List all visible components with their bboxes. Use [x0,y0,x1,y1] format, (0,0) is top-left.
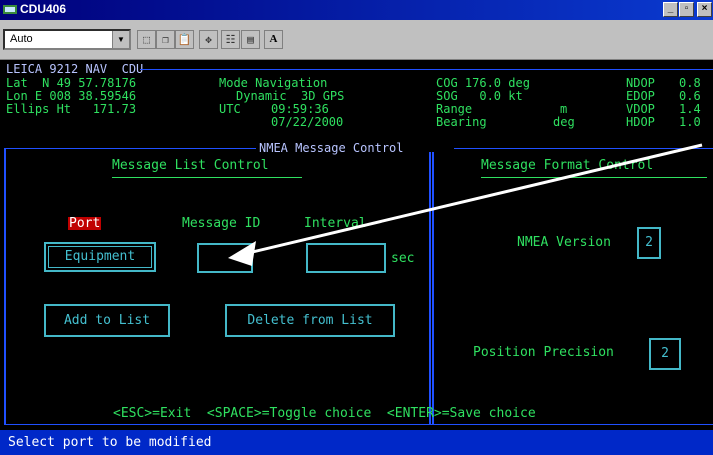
mouse-pointer-icon [228,143,703,266]
